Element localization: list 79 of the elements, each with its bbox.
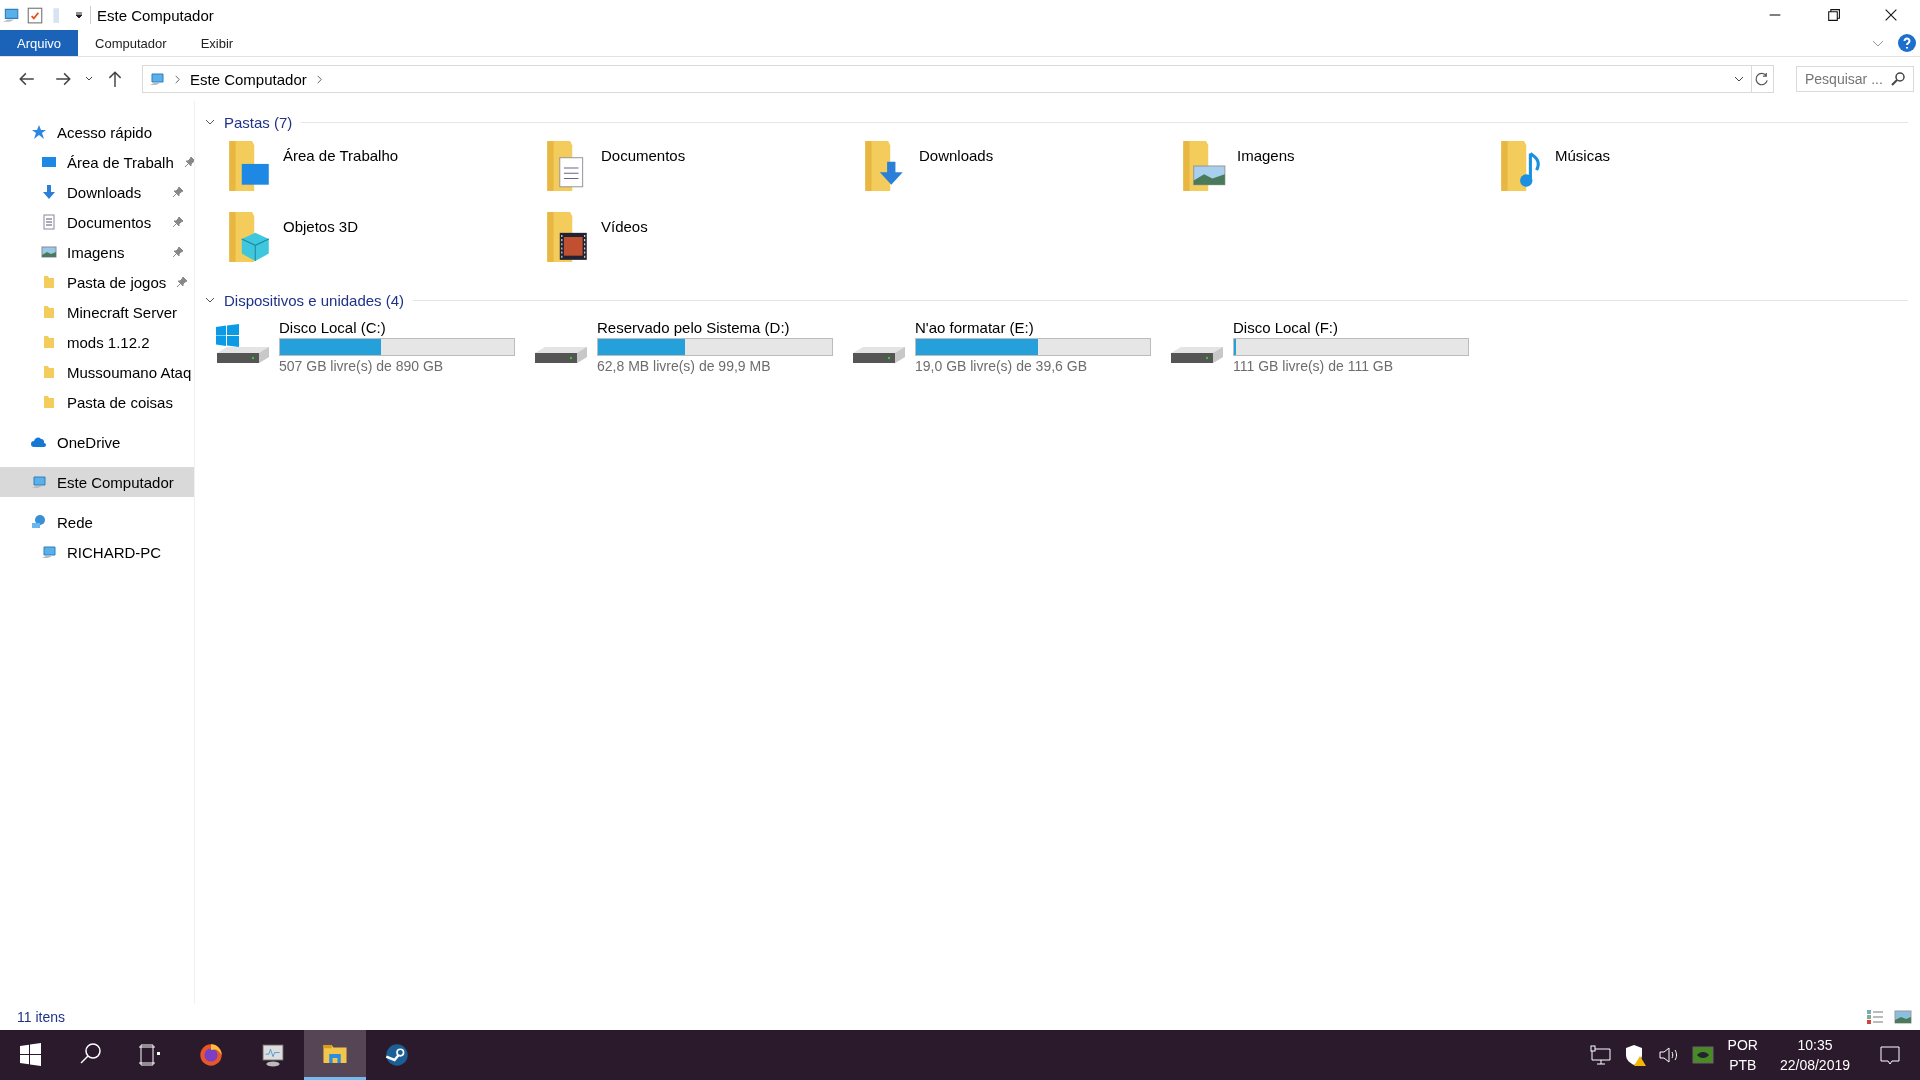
folder-name[interactable]: Imagens [1237, 139, 1295, 210]
pin-icon[interactable] [183, 156, 194, 168]
help-icon[interactable] [1898, 34, 1916, 52]
nav-item[interactable]: Mussoumano Ataq [0, 357, 194, 387]
network-icon[interactable] [1588, 1043, 1613, 1067]
folder-name[interactable]: Documentos [601, 139, 686, 210]
free-space-text: 19,0 GB livre(s) de 39,6 GB [915, 358, 1088, 374]
ribbon-tab[interactable]: Exibir [183, 30, 251, 56]
drive-name[interactable]: N'ao formatar (E:) [915, 319, 1151, 336]
window-title: Este Computador [97, 6, 214, 24]
taskbar-app[interactable] [304, 1030, 366, 1080]
folder-name[interactable]: Objetos 3D [283, 210, 359, 281]
refresh-button[interactable] [1752, 65, 1774, 93]
nav-item[interactable]: mods 1.12.2 [0, 327, 194, 357]
nav-item[interactable]: Este Computador [0, 467, 194, 497]
clock[interactable]: 10:35 22/08/2019 [1779, 1037, 1850, 1073]
search-icon[interactable] [1890, 71, 1906, 87]
chevron-right-icon[interactable] [314, 74, 324, 84]
pin-icon[interactable] [176, 276, 189, 288]
details-view-icon[interactable] [1866, 1009, 1884, 1025]
address-field[interactable]: Este Computador [142, 65, 1752, 93]
nav-item[interactable]: Documentos [0, 207, 194, 237]
refresh-icon [1755, 71, 1770, 87]
notifications-icon[interactable] [1878, 1043, 1902, 1067]
folder-name[interactable]: Downloads [919, 139, 994, 210]
nav-item[interactable]: OneDrive [0, 427, 194, 457]
nav-item[interactable]: Área de Trabalh [0, 147, 194, 177]
folder-name[interactable]: Área de Trabalho [283, 139, 399, 210]
star-icon [31, 124, 47, 140]
nav-item[interactable]: Pasta de coisas [0, 387, 194, 417]
item-count: 11 itens [17, 1009, 65, 1025]
ribbon-tab[interactable]: Arquivo [0, 30, 79, 56]
folder-name[interactable]: Vídeos [601, 210, 648, 281]
network-icon [31, 514, 47, 530]
chevron-right-icon[interactable] [173, 74, 182, 84]
group-heading[interactable]: Pastas (7) [224, 113, 293, 131]
search-field[interactable]: Pesquisar ... [1796, 66, 1914, 92]
language-code: PTB [1729, 1057, 1757, 1073]
desktop-icon [41, 154, 57, 170]
pin-icon[interactable] [172, 216, 184, 228]
ribbon-tab[interactable]: Computador [78, 30, 184, 56]
group-heading[interactable]: Dispositivos e unidades (4) [224, 291, 405, 309]
nav-item[interactable]: Downloads [0, 177, 194, 207]
drive-name[interactable]: Reservado pelo Sistema (D:) [597, 319, 833, 336]
language-code: POR [1727, 1037, 1758, 1053]
large-icons-view-icon[interactable] [1894, 1009, 1912, 1025]
pin-icon[interactable] [172, 246, 184, 258]
nav-item[interactable]: Minecraft Server [0, 297, 194, 327]
computer-icon [149, 71, 165, 87]
breadcrumb[interactable]: Este Computador [190, 70, 307, 88]
computer-icon [41, 544, 57, 560]
nav-item[interactable]: Imagens [0, 237, 194, 267]
free-space-text: 62,8 MB livre(s) de 99,9 MB [597, 358, 772, 374]
nav-item[interactable]: Pasta de jogos [0, 267, 194, 297]
folder-name[interactable]: Músicas [1555, 139, 1610, 210]
nav-item[interactable]: Rede [0, 507, 194, 537]
down-arrow-icon [41, 184, 57, 200]
gpu-app-icon[interactable] [1690, 1043, 1715, 1067]
free-space-text: 507 GB livre(s) de 890 GB [279, 358, 445, 374]
nav-item[interactable]: RICHARD-PC [0, 537, 194, 567]
language-indicator[interactable]: POR PTB [1727, 1037, 1758, 1073]
drive-name[interactable]: Disco Local (F:) [1233, 319, 1469, 336]
nav-item[interactable]: Acesso rápido [0, 117, 194, 147]
back-arrow-icon[interactable] [18, 70, 36, 88]
drive-name[interactable]: Disco Local (C:) [279, 319, 515, 336]
up-arrow-icon[interactable] [106, 70, 124, 88]
clock-date: 22/08/2019 [1779, 1057, 1850, 1073]
pin-icon[interactable] [172, 186, 184, 198]
clock-time: 10:35 [1797, 1037, 1833, 1053]
forward-arrow-icon[interactable] [54, 70, 72, 88]
computer-icon [31, 474, 47, 490]
chevron-down-icon[interactable] [205, 117, 215, 127]
computer-icon[interactable] [2, 6, 20, 24]
free-space-text: 111 GB livre(s) de 111 GB [1233, 358, 1395, 374]
properties-icon[interactable] [26, 6, 44, 24]
picture-icon [41, 244, 57, 260]
chevron-down-icon[interactable] [205, 295, 215, 305]
dropdown-icon[interactable] [74, 10, 84, 20]
document-icon [41, 214, 57, 230]
